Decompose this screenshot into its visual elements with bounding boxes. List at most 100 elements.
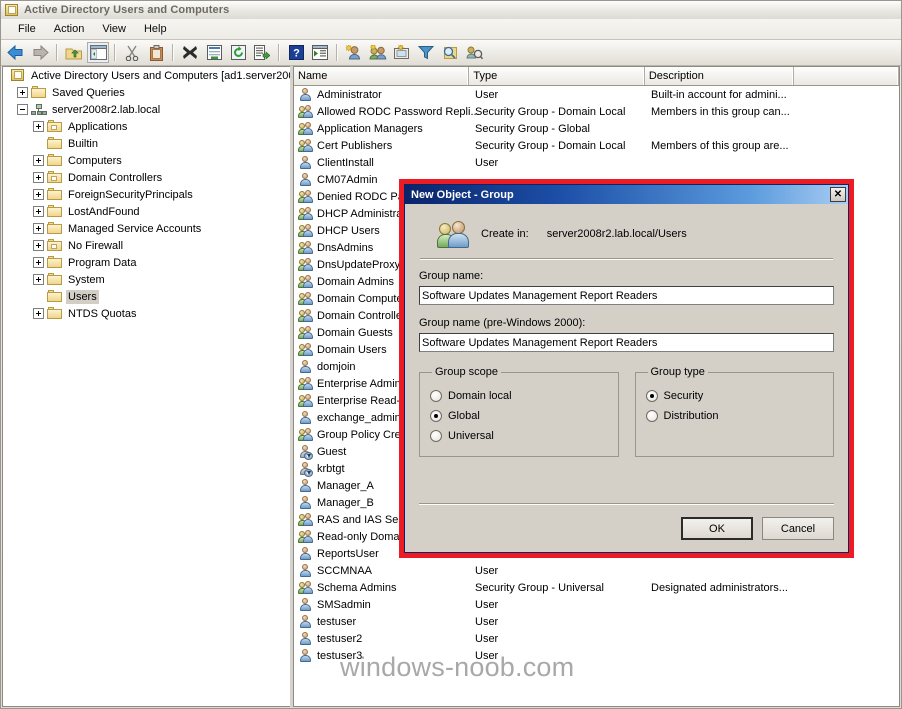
tree-root-node[interactable]: Active Directory Users and Computers [ad… <box>3 67 290 84</box>
export-list-icon[interactable] <box>251 42 273 63</box>
sidebar-item-builtin[interactable]: Builtin <box>3 135 290 152</box>
domain-icon <box>31 103 47 116</box>
cell-type: Security Group - Domain Local <box>475 105 626 118</box>
row-name-label: krbtgt <box>317 462 345 475</box>
pre-windows-2000-name-input[interactable] <box>419 333 834 352</box>
menu-help[interactable]: Help <box>135 21 176 37</box>
column-header-description[interactable]: Description <box>644 67 795 85</box>
radio-universal[interactable]: Universal <box>430 426 608 446</box>
expand-toggle-icon[interactable] <box>33 308 44 319</box>
radio-button-selected-icon[interactable] <box>645 390 658 402</box>
folder-icon <box>47 222 63 235</box>
row-name-label: Domain Controllers <box>317 309 412 322</box>
sidebar-item-lostandfound[interactable]: LostAndFound <box>3 203 290 220</box>
expand-toggle-icon[interactable] <box>17 87 28 98</box>
group-icon <box>298 138 313 153</box>
table-row[interactable]: Allowed RODC Password Repli... Security G… <box>294 103 899 120</box>
sidebar-item-domain[interactable]: server2008r2.lab.local <box>3 101 290 118</box>
table-row[interactable]: testuser User <box>294 613 899 630</box>
expand-toggle-icon[interactable] <box>33 121 44 132</box>
row-name-label: domjoin <box>317 360 356 373</box>
console-tree[interactable]: Active Directory Users and Computers [ad… <box>2 66 290 707</box>
group-name-input[interactable] <box>419 286 834 305</box>
toolbar-separator <box>172 44 174 61</box>
refresh-icon[interactable] <box>227 42 249 63</box>
column-header-name[interactable]: Name <box>294 67 470 85</box>
radio-button-icon[interactable] <box>430 390 442 402</box>
expand-toggle-icon[interactable] <box>33 155 44 166</box>
new-group-icon[interactable] <box>367 42 389 63</box>
table-row[interactable]: SMSadmin User <box>294 596 899 613</box>
folder-icon <box>47 307 63 320</box>
table-row[interactable]: ClientInstall User <box>294 154 899 171</box>
sidebar-item-foreignsecurityprincipals[interactable]: ForeignSecurityPrincipals <box>3 186 290 203</box>
radio-domain-local[interactable]: Domain local <box>430 386 608 406</box>
table-row[interactable]: Administrator User Built-in account for ad… <box>294 86 899 103</box>
column-header-type[interactable]: Type <box>469 67 645 85</box>
new-container-icon[interactable] <box>391 42 413 63</box>
divider <box>420 258 833 260</box>
forward-icon[interactable] <box>29 42 51 63</box>
sidebar-item-saved-queries[interactable]: Saved Queries <box>3 84 290 101</box>
cell-name: SMSadmin <box>294 597 470 612</box>
radio-security[interactable]: Security <box>645 386 824 406</box>
user-icon <box>298 155 313 170</box>
row-name-label: Guest <box>317 445 347 458</box>
user-disabled-icon <box>298 461 313 477</box>
collapse-toggle-icon[interactable] <box>17 104 28 115</box>
run-window-icon[interactable] <box>309 42 331 63</box>
up-one-level-icon[interactable] <box>63 42 85 63</box>
sidebar-item-managed-service-accounts[interactable]: Managed Service Accounts <box>3 220 290 237</box>
sidebar-item-no-firewall[interactable]: No Firewall <box>3 237 290 254</box>
column-header-extra[interactable] <box>794 67 899 85</box>
sidebar-item-domain-controllers[interactable]: Domain Controllers <box>3 169 290 186</box>
expand-toggle-icon[interactable] <box>33 257 44 268</box>
back-icon[interactable] <box>5 42 27 63</box>
sidebar-item-computers[interactable]: Computers <box>3 152 290 169</box>
radio-button-selected-icon[interactable] <box>430 410 442 422</box>
saved-query-icon[interactable] <box>463 42 485 63</box>
sidebar-item-users[interactable]: Users <box>3 288 290 305</box>
expand-toggle-icon[interactable] <box>33 189 44 200</box>
menu-action[interactable]: Action <box>45 21 94 37</box>
cell-name: Schema Admins <box>294 580 470 595</box>
help-icon[interactable]: ? <box>285 42 307 63</box>
expand-toggle-icon[interactable] <box>33 172 44 183</box>
table-row[interactable]: testuser2 User <box>294 630 899 647</box>
find-icon[interactable] <box>439 42 461 63</box>
delete-icon[interactable] <box>179 42 201 63</box>
radio-button-icon[interactable] <box>645 410 658 422</box>
menu-file[interactable]: File <box>9 21 45 37</box>
radio-global[interactable]: Global <box>430 406 608 426</box>
table-row[interactable]: SCCMNAA User <box>294 562 899 579</box>
table-row[interactable]: Application Managers Security Group - Glo… <box>294 120 899 137</box>
pre-windows-label: Group name (pre-Windows 2000): <box>419 317 586 329</box>
cut-icon[interactable] <box>121 42 143 63</box>
sidebar-item-system[interactable]: System <box>3 271 290 288</box>
sidebar-item-ntds-quotas[interactable]: NTDS Quotas <box>3 305 290 322</box>
close-icon[interactable]: ✕ <box>830 187 846 202</box>
table-row[interactable]: Cert Publishers Security Group - Domain L… <box>294 137 899 154</box>
new-user-icon[interactable] <box>343 42 365 63</box>
paste-icon[interactable] <box>145 42 167 63</box>
show-hide-console-tree-icon[interactable] <box>87 42 109 63</box>
new-object-group-dialog-highlight: New Object - Group ✕ Create in: server20… <box>399 179 854 558</box>
menu-view[interactable]: View <box>93 21 135 37</box>
expand-toggle-icon[interactable] <box>33 206 44 217</box>
menubar: File Action View Help <box>1 19 901 40</box>
expand-toggle-icon[interactable] <box>33 274 44 285</box>
filter-icon[interactable] <box>415 42 437 63</box>
expand-toggle-icon[interactable] <box>33 240 44 251</box>
cell-name: ClientInstall <box>294 155 470 170</box>
expand-toggle-icon[interactable] <box>33 223 44 234</box>
radio-distribution[interactable]: Distribution <box>645 406 824 426</box>
sidebar-item-program-data[interactable]: Program Data <box>3 254 290 271</box>
radio-button-icon[interactable] <box>430 430 442 442</box>
sidebar-item-applications[interactable]: Applications <box>3 118 290 135</box>
table-row[interactable]: Schema Admins Security Group - Universal D… <box>294 579 899 596</box>
ok-button[interactable]: OK <box>681 517 753 540</box>
cancel-button[interactable]: Cancel <box>762 517 834 540</box>
properties-icon[interactable] <box>203 42 225 63</box>
user-icon <box>298 597 313 612</box>
row-name-label: SCCMNAA <box>317 564 373 577</box>
